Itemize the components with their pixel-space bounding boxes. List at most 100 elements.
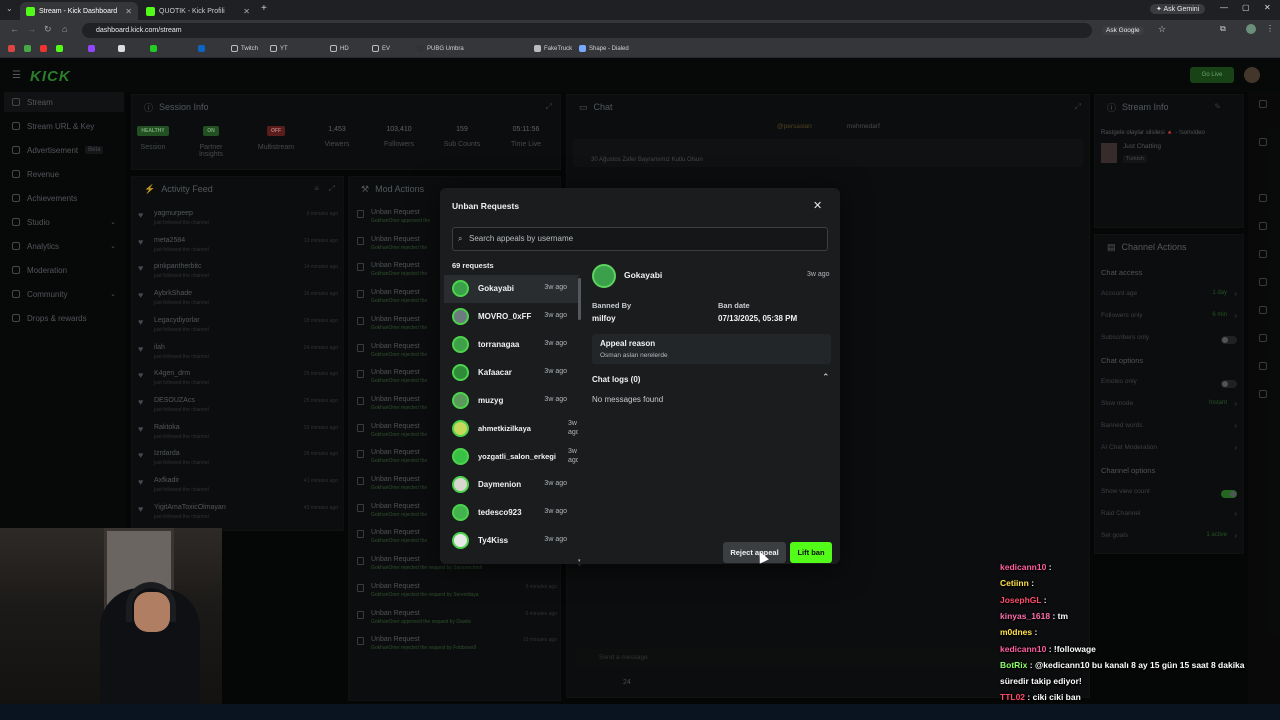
maximize-icon[interactable]: ▢ (1242, 3, 1250, 12)
avatar (452, 476, 469, 493)
unban-request-item[interactable]: muzyg 3w ago (444, 387, 580, 415)
bookmark-pubg[interactable]: PUBG Umbra (417, 45, 464, 52)
request-username: torranagaa (478, 340, 520, 349)
overlay-chat-message: TTL02 : ciki ciki ban (1000, 692, 1081, 702)
back-icon[interactable]: ← (10, 24, 19, 34)
request-username: ahmetkizilkaya (478, 424, 531, 433)
scroll-down-icon[interactable]: ▾ (578, 558, 581, 564)
browser-tab-stream[interactable]: Stream - Kick Dashboard ✕ (20, 2, 138, 20)
bookmark-whatsapp-icon[interactable] (150, 45, 157, 52)
overlay-chat-user: TTL02 (1000, 692, 1026, 703)
bookmark-gmail-icon[interactable] (8, 45, 15, 52)
unban-request-item[interactable]: Daymenion 3w ago (444, 471, 580, 499)
avatar (452, 420, 469, 437)
bookmark-kick-icon[interactable] (56, 45, 63, 52)
unban-request-item[interactable]: Ty4Kiss 3w ago (444, 527, 580, 555)
bookmark-x-icon[interactable] (118, 45, 125, 52)
bookmark-faketruck[interactable]: FakeTruck (534, 45, 572, 52)
overlay-chat-text: süredir takip ediyor! (1000, 676, 1082, 687)
bookmark-folder-hd[interactable]: HD (330, 45, 349, 52)
close-icon[interactable]: ✕ (813, 199, 822, 212)
request-username: muzyg (478, 396, 504, 405)
avatar (452, 392, 469, 409)
url-field[interactable]: dashboard.kick.com/stream (82, 23, 1092, 38)
ban-date-value: 07/13/2025, 05:38 PM (718, 314, 798, 323)
bookmark-label: FakeTruck (544, 45, 573, 52)
webcam-overlay (0, 528, 222, 720)
banned-by-label: Banned By (592, 301, 632, 310)
address-bar-row: ← → ↻ ⌂ dashboard.kick.com/stream Ask Go… (0, 20, 1280, 41)
search-placeholder: Search appeals by username (469, 234, 574, 243)
avatar (452, 504, 469, 521)
lift-ban-button[interactable]: Lift ban (790, 542, 832, 563)
bookmark-folder-twitch[interactable]: Twitch (231, 45, 258, 52)
request-time: 3w ago (544, 312, 567, 319)
avatar (452, 336, 469, 353)
bookmark-folder-yt[interactable]: YT (270, 45, 288, 52)
chat-logs-toggle[interactable]: Chat logs (0) (592, 375, 640, 384)
overlay-chat-text: : (1043, 594, 1047, 605)
appeal-reason-text: Osman aslan nerelerde (600, 352, 668, 359)
minimize-icon[interactable]: — (1220, 3, 1228, 12)
overlay-chat-message: kedicann10 : (1000, 562, 1052, 572)
overlay-chat-user: m0dnes (1000, 627, 1033, 638)
chevron-up-icon[interactable]: ⌃ (822, 372, 830, 383)
bookmarks-bar: Twitch YT HD EV PUBG Umbra FakeTruck Sha… (0, 41, 1280, 58)
ask-google-button[interactable]: Ask Google (1102, 26, 1144, 35)
stream-chat-overlay: kedicann10 : Cetiinn : JosephGL : kinyas_16… (1000, 560, 1280, 720)
bookmark-folder-ev[interactable]: EV (372, 45, 390, 52)
unban-request-item[interactable]: MOVRO_0xFF 3w ago (444, 303, 580, 331)
reload-icon[interactable]: ↻ (44, 24, 52, 35)
menu-kebab-icon[interactable]: ⋮ (1266, 24, 1274, 33)
ban-date-label: Ban date (718, 301, 750, 310)
url-text: dashboard.kick.com/stream (96, 27, 182, 34)
search-input[interactable]: ⌕ Search appeals by username (452, 227, 828, 251)
request-username: Daymenion (478, 480, 522, 489)
overlay-chat-message: BotRix : @kedicann10 bu kanalı 8 ay 15 g… (1000, 660, 1245, 670)
overlay-chat-message: kedicann10 : !followage (1000, 644, 1096, 654)
kick-favicon-icon (26, 6, 35, 16)
unban-request-item[interactable]: torranagaa 3w ago (444, 331, 580, 359)
scrollbar-thumb[interactable] (578, 278, 581, 320)
taskbar (0, 704, 1280, 720)
request-username: tedesco923 (478, 508, 522, 517)
unban-request-item[interactable]: Kafaacar 3w ago (444, 359, 580, 387)
avatar (452, 280, 469, 297)
new-tab-icon[interactable]: + (261, 3, 267, 14)
unban-request-item[interactable]: Gokayabi 3w ago (444, 275, 580, 303)
profile-avatar-icon[interactable] (1246, 24, 1256, 34)
close-tab-icon[interactable]: ✕ (243, 7, 250, 16)
browser-tab-profile[interactable]: QUOTIK - Kick Profili ✕ (140, 2, 256, 20)
unban-request-item[interactable]: yozgatli_salon_erkegi 3w ago (444, 443, 580, 471)
bookmark-star-icon[interactable]: ☆ (1158, 24, 1166, 35)
close-tab-icon[interactable]: ✕ (125, 7, 132, 16)
extensions-icon[interactable]: ⧉ (1220, 24, 1226, 34)
ask-gemini-button[interactable]: ✦ Ask Gemini (1150, 4, 1206, 14)
request-time: 3w ago (544, 508, 567, 515)
bookmark-linkedin-icon[interactable] (198, 45, 205, 52)
bookmark-youtube-icon[interactable] (40, 45, 47, 52)
tab-label: QUOTIK - Kick Profili (159, 7, 225, 15)
overlay-chat-user: BotRix (1000, 659, 1028, 670)
close-window-icon[interactable]: ✕ (1264, 3, 1271, 12)
bookmark-label: PUBG Umbra (427, 45, 464, 52)
overlay-chat-text: : (1031, 578, 1035, 589)
no-messages-text: No messages found (592, 395, 664, 404)
bookmark-label: Shape - Dialed (589, 45, 629, 52)
avatar (452, 448, 469, 465)
request-time: 3w ago (544, 340, 567, 347)
avatar (452, 364, 469, 381)
forward-icon[interactable]: → (27, 24, 36, 34)
home-icon[interactable]: ⌂ (62, 24, 67, 34)
unban-request-item[interactable]: ahmetkizilkaya 3w ago (444, 415, 580, 443)
request-time: 3w ago (544, 368, 567, 375)
overlay-chat-text: : ciki ciki ban (1027, 692, 1081, 703)
folder-icon (270, 45, 277, 52)
bookmark-twitch-icon[interactable] (88, 45, 95, 52)
tab-menu-icon[interactable]: ⌄ (6, 4, 13, 13)
ask-gemini-label: Ask Gemini (1163, 6, 1200, 13)
bookmark-label: Twitch (241, 45, 259, 52)
bookmark-maps-icon[interactable] (24, 45, 31, 52)
bookmark-shape[interactable]: Shape - Dialed (579, 45, 629, 52)
unban-request-item[interactable]: tedesco923 3w ago (444, 499, 580, 527)
